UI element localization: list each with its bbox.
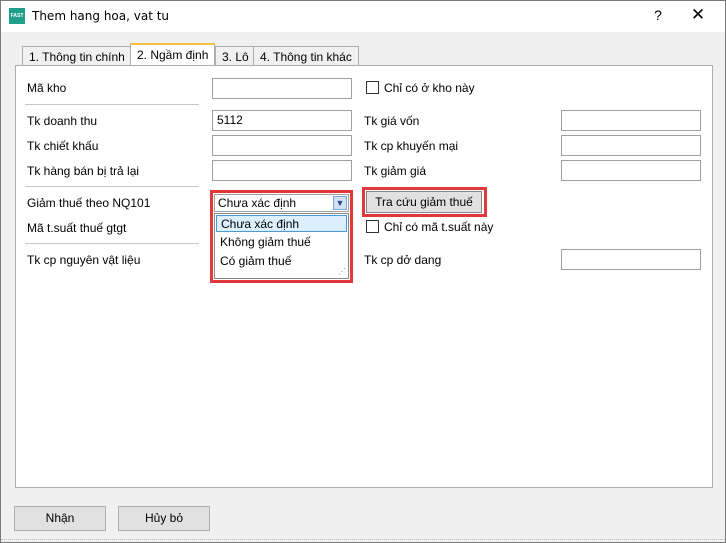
separator [25,243,199,244]
giam-thue-label: Giảm thuế theo NQ101 [27,196,151,210]
help-button[interactable]: ? [647,7,669,27]
ma-kho-input[interactable] [212,78,352,99]
tk-cp-do-dang-label: Tk cp dở dang [364,253,442,267]
ma-tsuat-label: Mã t.suất thuế gtgt [27,221,127,235]
chi-co-kho-label: Chỉ có ở kho này [384,81,475,95]
tk-hang-ban-tra-lai-label: Tk hàng bán bị trả lại [27,164,140,178]
cancel-button[interactable]: Hủy bỏ [118,506,210,531]
separator [25,186,199,187]
separator [25,104,199,105]
highlight-box-select [210,190,353,283]
tab-lo[interactable]: 3. Lô [215,46,256,67]
chi-co-kho-checkbox[interactable] [366,81,379,94]
tk-cp-khuyen-mai-input[interactable] [561,135,701,156]
chi-co-ma-tsuat-checkbox[interactable] [366,220,379,233]
tk-cp-do-dang-input[interactable] [561,249,701,270]
tk-giam-gia-label: Tk giảm giá [364,164,427,178]
tab-thong-tin-chinh[interactable]: 1. Thông tin chính [22,46,132,67]
tk-cp-nvl-label: Tk cp nguyên vật liệu [27,253,141,267]
tk-cp-khuyen-mai-label: Tk cp khuyến mại [364,139,459,153]
highlight-box-button [362,187,487,217]
tk-gia-von-label: Tk giá vốn [364,114,420,128]
ok-button[interactable]: Nhận [14,506,106,531]
title-bar: FAST Them hang hoa, vat tu ? ✕ [1,1,725,32]
window-title: Them hang hoa, vat tu [32,9,170,23]
dialog-window: FAST Them hang hoa, vat tu ? ✕ 1. Thông … [0,0,726,543]
status-bar [1,539,725,543]
tk-giam-gia-input[interactable] [561,160,701,181]
ma-kho-label: Mã kho [27,81,67,95]
close-button[interactable]: ✕ [687,5,709,27]
tk-doanh-thu-input[interactable]: 5112 [212,110,352,131]
tk-hang-ban-tra-lai-input[interactable] [212,160,352,181]
tk-chiet-khau-input[interactable] [212,135,352,156]
tab-thong-tin-khac[interactable]: 4. Thông tin khác [253,46,359,67]
tk-gia-von-input[interactable] [561,110,701,131]
tk-doanh-thu-label: Tk doanh thu [27,114,98,128]
chi-co-ma-tsuat-label: Chỉ có mã t.suất này [384,220,494,234]
app-logo-icon: FAST [9,8,25,24]
tab-ngam-dinh[interactable]: 2. Ngầm định [130,43,216,67]
tk-chiet-khau-label: Tk chiết khấu [27,139,99,153]
